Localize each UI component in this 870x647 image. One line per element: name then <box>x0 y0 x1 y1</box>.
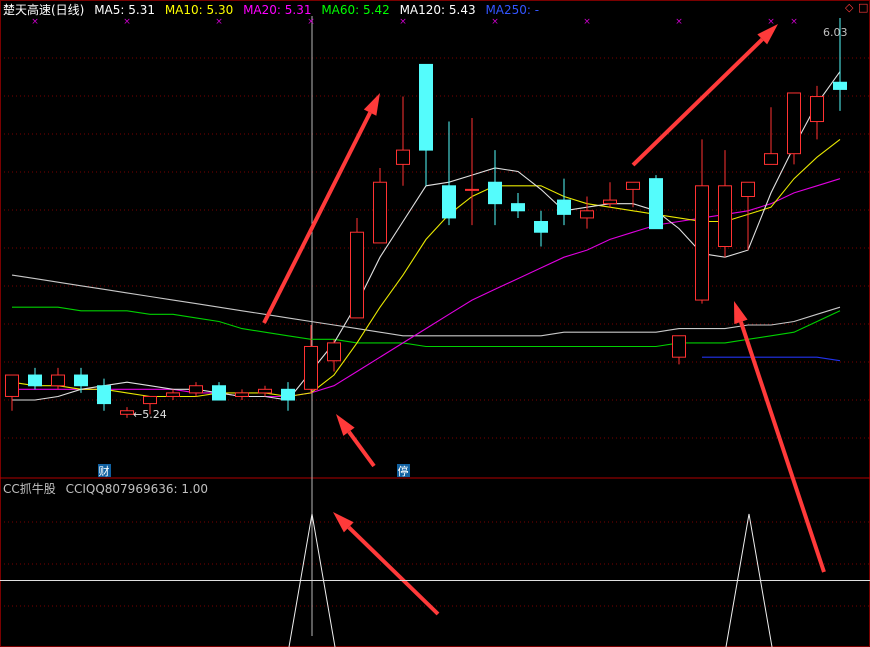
candle-down <box>833 81 847 90</box>
candle-down <box>557 199 571 215</box>
top-marker: × <box>790 17 798 27</box>
candle-down <box>97 385 111 405</box>
annotation-arrow <box>739 321 826 573</box>
candle-down <box>74 374 88 387</box>
top-marker: × <box>767 17 775 27</box>
kline-chart[interactable]: × × × × × × × × × × ←5.24 6.03 财 停 <box>0 0 870 647</box>
candle-up <box>580 210 594 219</box>
annotation-arrowhead <box>363 93 380 116</box>
candle-up <box>695 185 709 301</box>
candle-up <box>327 342 341 362</box>
candle-down <box>649 178 663 230</box>
candle-up <box>787 92 801 155</box>
candle-up <box>5 374 19 397</box>
top-marker: × <box>491 17 499 27</box>
indicator-value: CCIQQ807969636: 1.00 <box>65 482 209 496</box>
candle-up <box>764 153 778 165</box>
top-marker: × <box>675 17 683 27</box>
diamond-icon[interactable]: ◇ <box>845 2 853 14</box>
candle-up <box>373 181 387 244</box>
indicator-name: CC抓牛股 <box>3 482 56 496</box>
candle-down <box>534 221 548 233</box>
price-annotation: ←5.24 <box>133 408 167 421</box>
ma20-line <box>12 178 841 398</box>
candle-down <box>28 374 42 387</box>
ma250-line <box>702 356 841 362</box>
top-marker: × <box>307 17 315 27</box>
top-marker: × <box>31 17 39 27</box>
candle-down <box>419 63 433 151</box>
price-annotation: 6.03 <box>823 26 848 39</box>
candle-up <box>396 149 410 165</box>
ma10-label: MA10: 5.30 <box>164 3 234 17</box>
annotation-arrow <box>347 525 440 616</box>
square-icon[interactable]: □ <box>858 2 868 14</box>
candle-up <box>304 345 318 390</box>
event-badge: 财 <box>99 464 110 478</box>
candle-down <box>488 181 502 205</box>
candle-up <box>465 188 479 191</box>
candle-up <box>672 335 686 358</box>
ma20-label: MA20: 5.31 <box>243 3 312 17</box>
candle-down <box>442 185 456 219</box>
candle-up <box>626 181 640 190</box>
candle-down <box>212 385 226 401</box>
candle-up <box>741 181 755 198</box>
annotation-arrow <box>347 430 376 468</box>
top-marker: × <box>583 17 591 27</box>
candle-up <box>189 385 203 394</box>
candle-up <box>235 392 249 397</box>
annotation-arrowhead <box>734 301 748 325</box>
candle-up <box>120 410 134 415</box>
candle-up <box>51 374 65 387</box>
indicator-header: CC抓牛股 CCIQQ807969636: 1.00 <box>3 481 208 497</box>
candle-up <box>143 395 157 405</box>
candle-down <box>281 388 295 401</box>
event-badge: 停 <box>398 464 409 478</box>
ma5-label: MA5: 5.31 <box>94 3 155 17</box>
ma60-label: MA60: 5.42 <box>321 3 390 17</box>
ma250-label: MA250: - <box>485 3 540 17</box>
candle-up <box>258 388 272 394</box>
stock-name[interactable]: 楚天高速(日线) <box>3 3 84 17</box>
chart-header: 楚天高速(日线) MA5: 5.31 MA10: 5.30 MA20: 5.31… <box>3 2 545 18</box>
top-marker: × <box>123 17 131 27</box>
top-marker: × <box>215 17 223 27</box>
candle-up <box>166 392 180 397</box>
candle-down <box>511 203 525 212</box>
ma60-line <box>12 306 841 348</box>
candle-up <box>718 185 732 247</box>
candle-up <box>810 96 824 123</box>
candle-up <box>350 231 364 319</box>
ma120-label: MA120: 5.43 <box>399 3 476 17</box>
candle-up <box>603 199 617 205</box>
top-marker: × <box>399 17 407 27</box>
ma120-line <box>11 274 841 337</box>
